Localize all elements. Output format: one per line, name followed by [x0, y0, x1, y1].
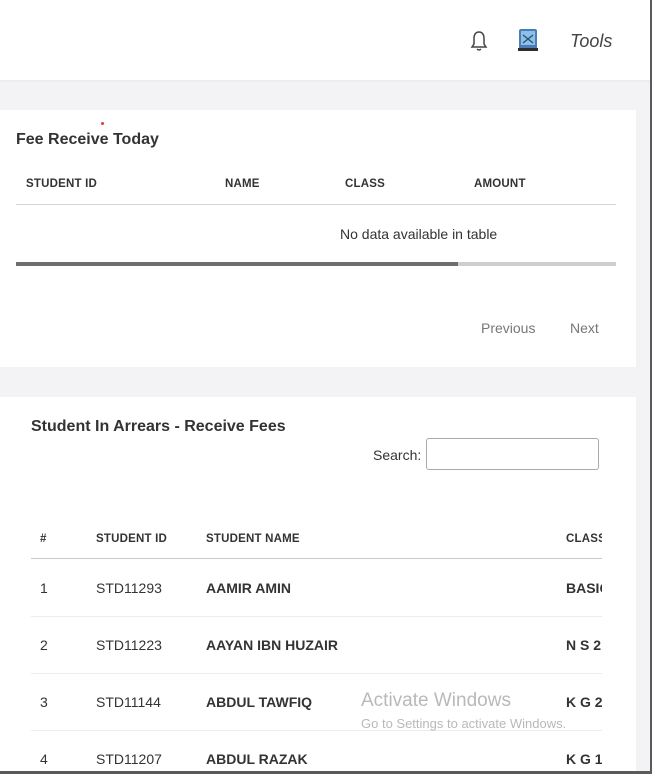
row-student-id: STD11144 — [96, 694, 161, 710]
row-student-name[interactable]: ABDUL TAWFIQ — [206, 694, 312, 710]
row-class: N S 2 — [566, 637, 602, 653]
column-header-student-id[interactable]: STUDENT ID — [96, 533, 167, 545]
row-student-id: STD11223 — [96, 637, 162, 653]
bell-icon[interactable] — [470, 30, 488, 52]
scrollbar-thumb[interactable] — [16, 262, 458, 266]
row-class: K G 2 — [566, 694, 602, 710]
column-header-student-name[interactable]: STUDENT NAME — [206, 533, 300, 545]
column-header-number[interactable]: # — [40, 533, 47, 545]
row-divider — [31, 616, 602, 617]
row-number: 4 — [40, 751, 48, 767]
next-button[interactable]: Next — [570, 320, 599, 336]
notification-dot — [101, 122, 104, 125]
top-bar: Tools — [0, 0, 650, 80]
header-divider — [31, 558, 602, 559]
row-divider — [31, 673, 602, 674]
school-logo-avatar[interactable] — [515, 27, 541, 53]
column-header-amount[interactable]: AMOUNT — [474, 178, 526, 190]
search-input[interactable] — [426, 438, 599, 470]
row-number: 2 — [40, 637, 48, 653]
row-class: BASIC — [566, 580, 602, 596]
column-header-class[interactable]: CLASS — [566, 533, 602, 545]
card-title: Student In Arrears - Receive Fees — [31, 418, 286, 435]
previous-button[interactable]: Previous — [481, 320, 535, 336]
column-header-name[interactable]: NAME — [225, 178, 260, 190]
row-number: 1 — [40, 580, 48, 596]
empty-table-message: No data available in table — [340, 226, 498, 242]
header-divider — [16, 204, 616, 205]
row-student-name[interactable]: AAMIR AMIN — [206, 580, 291, 596]
column-header-class[interactable]: CLASS — [345, 178, 385, 190]
row-number: 3 — [40, 694, 48, 710]
row-student-name[interactable]: ABDUL RAZAK — [206, 751, 308, 767]
tools-menu[interactable]: Tools — [570, 31, 612, 52]
activate-windows-watermark: Activate Windows — [361, 690, 511, 711]
search-label: Search: — [373, 447, 422, 463]
row-class: K G 1 — [566, 751, 602, 767]
row-student-id: STD11207 — [96, 751, 162, 767]
card-title: Fee Receive Today — [16, 131, 159, 148]
row-student-name[interactable]: AAYAN IBN HUZAIR — [206, 637, 338, 653]
activate-windows-hint: Go to Settings to activate Windows. — [361, 716, 567, 731]
fee-receive-today-card: Fee Receive Today STUDENT ID NAME CLASS … — [0, 110, 636, 367]
row-student-id: STD11293 — [96, 580, 162, 596]
column-header-student-id[interactable]: STUDENT ID — [26, 178, 97, 190]
